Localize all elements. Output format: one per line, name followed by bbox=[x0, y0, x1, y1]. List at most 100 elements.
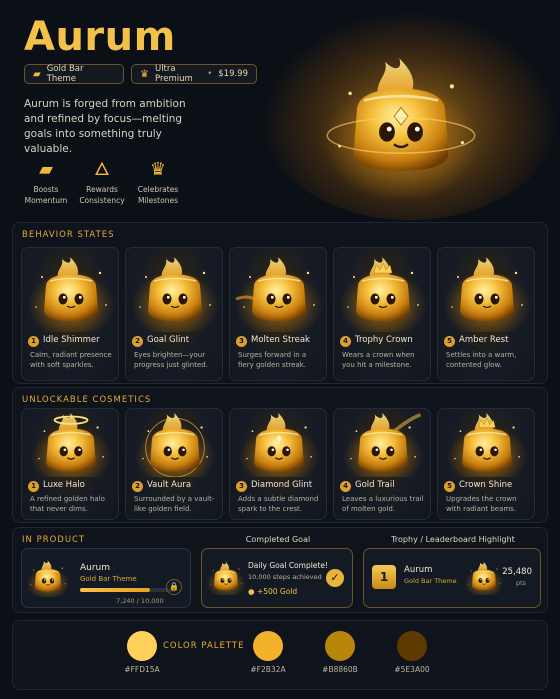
behavior-card-idle-shimmer[interactable]: 1 Idle Shimmer Calm, radiant presence wi… bbox=[21, 247, 119, 381]
card-number: 2 bbox=[132, 481, 143, 492]
hero-mascot bbox=[322, 56, 480, 198]
perk-label: Celebrates Milestones bbox=[137, 185, 179, 205]
palette-swatch bbox=[127, 631, 157, 661]
card-number: 3 bbox=[236, 336, 247, 347]
hero-section: Aurum ▰ Gold Bar Theme ♛ Ultra Premium •… bbox=[0, 0, 560, 222]
check-icon: ✓ bbox=[326, 569, 344, 587]
theme-badge: ▰ Gold Bar Theme bbox=[24, 64, 124, 84]
card-number: 1 bbox=[28, 336, 39, 347]
perk-rewards-consistency: 🜂 Rewards Consistency bbox=[72, 158, 132, 206]
card-description: Upgrades the crown with radiant beams. bbox=[446, 495, 517, 513]
price-label: $19.99 bbox=[218, 69, 248, 79]
gold-bar-icon: ▰ bbox=[39, 159, 53, 180]
card-title: Idle Shimmer bbox=[43, 335, 100, 345]
card-title: Gold Trail bbox=[355, 480, 395, 490]
leaderboard-card[interactable]: 1 Aurum Gold Bar Theme 25,480 pts bbox=[363, 548, 541, 608]
mascot-avatar bbox=[26, 560, 70, 597]
completed-title: Daily Goal Complete! bbox=[248, 561, 328, 570]
in-product-section: IN PRODUCT Aurum Gold Bar Theme 7,240 / … bbox=[12, 527, 548, 613]
mascot-image bbox=[29, 412, 113, 477]
cosmetics-section: UNLOCKABLE COSMETICS 1 Luxe Halo A refin… bbox=[12, 387, 548, 523]
palette-swatch bbox=[397, 631, 427, 661]
card-description: A refined golden halo that never dims. bbox=[30, 495, 105, 513]
crown-icon: ♛ bbox=[140, 68, 149, 80]
premium-badge-label: Ultra Premium bbox=[154, 64, 193, 84]
card-description: Wears a crown when you hit a milestone. bbox=[342, 351, 415, 369]
cosmetic-card-diamond-glint[interactable]: 3 Diamond Glint Adds a subtle diamond sp… bbox=[229, 408, 327, 520]
lock-icon[interactable]: 🔒 bbox=[166, 579, 182, 595]
card-number: 3 bbox=[236, 481, 247, 492]
behavior-card-goal-glint[interactable]: 2 Goal Glint Eyes brighten—your progress… bbox=[125, 247, 223, 381]
card-number: 5 bbox=[444, 336, 455, 347]
points-unit: pts bbox=[515, 579, 526, 587]
hero-description: Aurum is forged from ambition and refine… bbox=[24, 98, 186, 155]
card-description: Calm, radiant presence with soft sparkle… bbox=[30, 351, 112, 369]
gold-bar-icon: ▰ bbox=[33, 68, 41, 80]
card-description: Surrounded by a vault-like golden field. bbox=[134, 495, 215, 513]
mascot-image bbox=[442, 256, 532, 332]
flame-icon: 🜂 bbox=[94, 159, 110, 180]
behavior-states-section: BEHAVIOR STATES 1 Idle Shimmer Calm, rad… bbox=[12, 222, 548, 384]
section-heading: BEHAVIOR STATES bbox=[22, 230, 115, 240]
cosmetic-card-gold-trail[interactable]: 4 Gold Trail Leaves a luxurious trail of… bbox=[333, 408, 431, 520]
profile-name: Aurum bbox=[80, 563, 111, 573]
trophy-label: Trophy / Leaderboard Highlight bbox=[391, 535, 515, 544]
section-heading: IN PRODUCT bbox=[22, 535, 86, 545]
premium-badge: ♛ Ultra Premium • $19.99 bbox=[131, 64, 257, 84]
palette-hex: #B8860B bbox=[322, 665, 358, 674]
completed-goal-card[interactable]: Daily Goal Complete! 10,000 steps achiev… bbox=[201, 548, 353, 608]
cosmetic-card-vault-aura[interactable]: 2 Vault Aura Surrounded by a vault-like … bbox=[125, 408, 223, 520]
behavior-card-amber-rest[interactable]: 5 Amber Rest Settles into a warm, conten… bbox=[437, 247, 535, 381]
perk-celebrates-milestones: ♛ Celebrates Milestones bbox=[128, 158, 188, 206]
mascot-image bbox=[26, 256, 116, 332]
card-title: Vault Aura bbox=[147, 480, 192, 490]
progress-text: 7,240 / 10,000 bbox=[116, 597, 164, 605]
card-number: 1 bbox=[28, 481, 39, 492]
card-description: Settles into a warm, contented glow. bbox=[446, 351, 517, 369]
mascot-image bbox=[237, 412, 321, 477]
leaderboard-points: 25,480 bbox=[502, 567, 532, 577]
page-title: Aurum bbox=[24, 14, 176, 60]
behavior-card-molten-streak[interactable]: 3 Molten Streak Surges forward in a fier… bbox=[229, 247, 327, 381]
coin-icon: ● bbox=[248, 587, 255, 596]
palette-hex: #5E3A00 bbox=[394, 665, 430, 674]
completed-sub: 10,000 steps achieved bbox=[248, 573, 322, 581]
card-title: Luxe Halo bbox=[43, 480, 85, 490]
profile-theme: Gold Bar Theme bbox=[80, 575, 137, 583]
card-title: Amber Rest bbox=[459, 335, 509, 345]
crown-icon: ♛ bbox=[149, 159, 167, 180]
profile-card[interactable]: Aurum Gold Bar Theme 7,240 / 10,000 🔒 bbox=[21, 548, 191, 608]
completed-goal-label: Completed Goal bbox=[245, 535, 311, 544]
cosmetic-card-crown-shine[interactable]: 5 Crown Shine Upgrades the crown with ra… bbox=[437, 408, 535, 520]
color-palette-section: COLOR PALETTE #FFD15A #F2B32A #B8860B #5… bbox=[12, 620, 548, 690]
rank-number: 1 bbox=[379, 570, 389, 584]
leaderboard-theme: Gold Bar Theme bbox=[404, 577, 457, 585]
trophy-icon: 1 bbox=[372, 565, 396, 589]
mascot-image bbox=[338, 256, 428, 332]
card-number: 5 bbox=[444, 481, 455, 492]
card-number: 2 bbox=[132, 336, 143, 347]
theme-badge-label: Gold Bar Theme bbox=[46, 64, 84, 84]
card-description: Leaves a luxurious trail of molten gold. bbox=[342, 495, 424, 513]
card-title: Molten Streak bbox=[251, 335, 310, 345]
reward-row: ● +500 Gold bbox=[248, 587, 297, 596]
card-number: 4 bbox=[340, 336, 351, 347]
progress-bar bbox=[80, 588, 176, 592]
card-description: Eyes brighten—your progress just glinted… bbox=[134, 351, 208, 369]
palette-heading: COLOR PALETTE bbox=[163, 641, 245, 651]
card-number: 4 bbox=[340, 481, 351, 492]
reward-text: +500 Gold bbox=[256, 587, 298, 596]
palette-hex: #F2B32A bbox=[250, 665, 286, 674]
card-description: Surges forward in a fiery golden streak. bbox=[238, 351, 307, 369]
section-heading: UNLOCKABLE COSMETICS bbox=[22, 395, 152, 405]
mascot-image bbox=[133, 412, 217, 477]
cosmetic-card-luxe-halo[interactable]: 1 Luxe Halo A refined golden halo that n… bbox=[21, 408, 119, 520]
mascot-avatar bbox=[206, 561, 246, 595]
mascot-image bbox=[341, 412, 425, 477]
card-title: Trophy Crown bbox=[355, 335, 413, 345]
card-title: Crown Shine bbox=[459, 480, 513, 490]
mascot-image bbox=[130, 256, 220, 332]
card-title: Goal Glint bbox=[147, 335, 190, 345]
behavior-card-trophy-crown[interactable]: 4 Trophy Crown Wears a crown when you hi… bbox=[333, 247, 431, 381]
perk-label: Boosts Momentum bbox=[24, 185, 68, 205]
